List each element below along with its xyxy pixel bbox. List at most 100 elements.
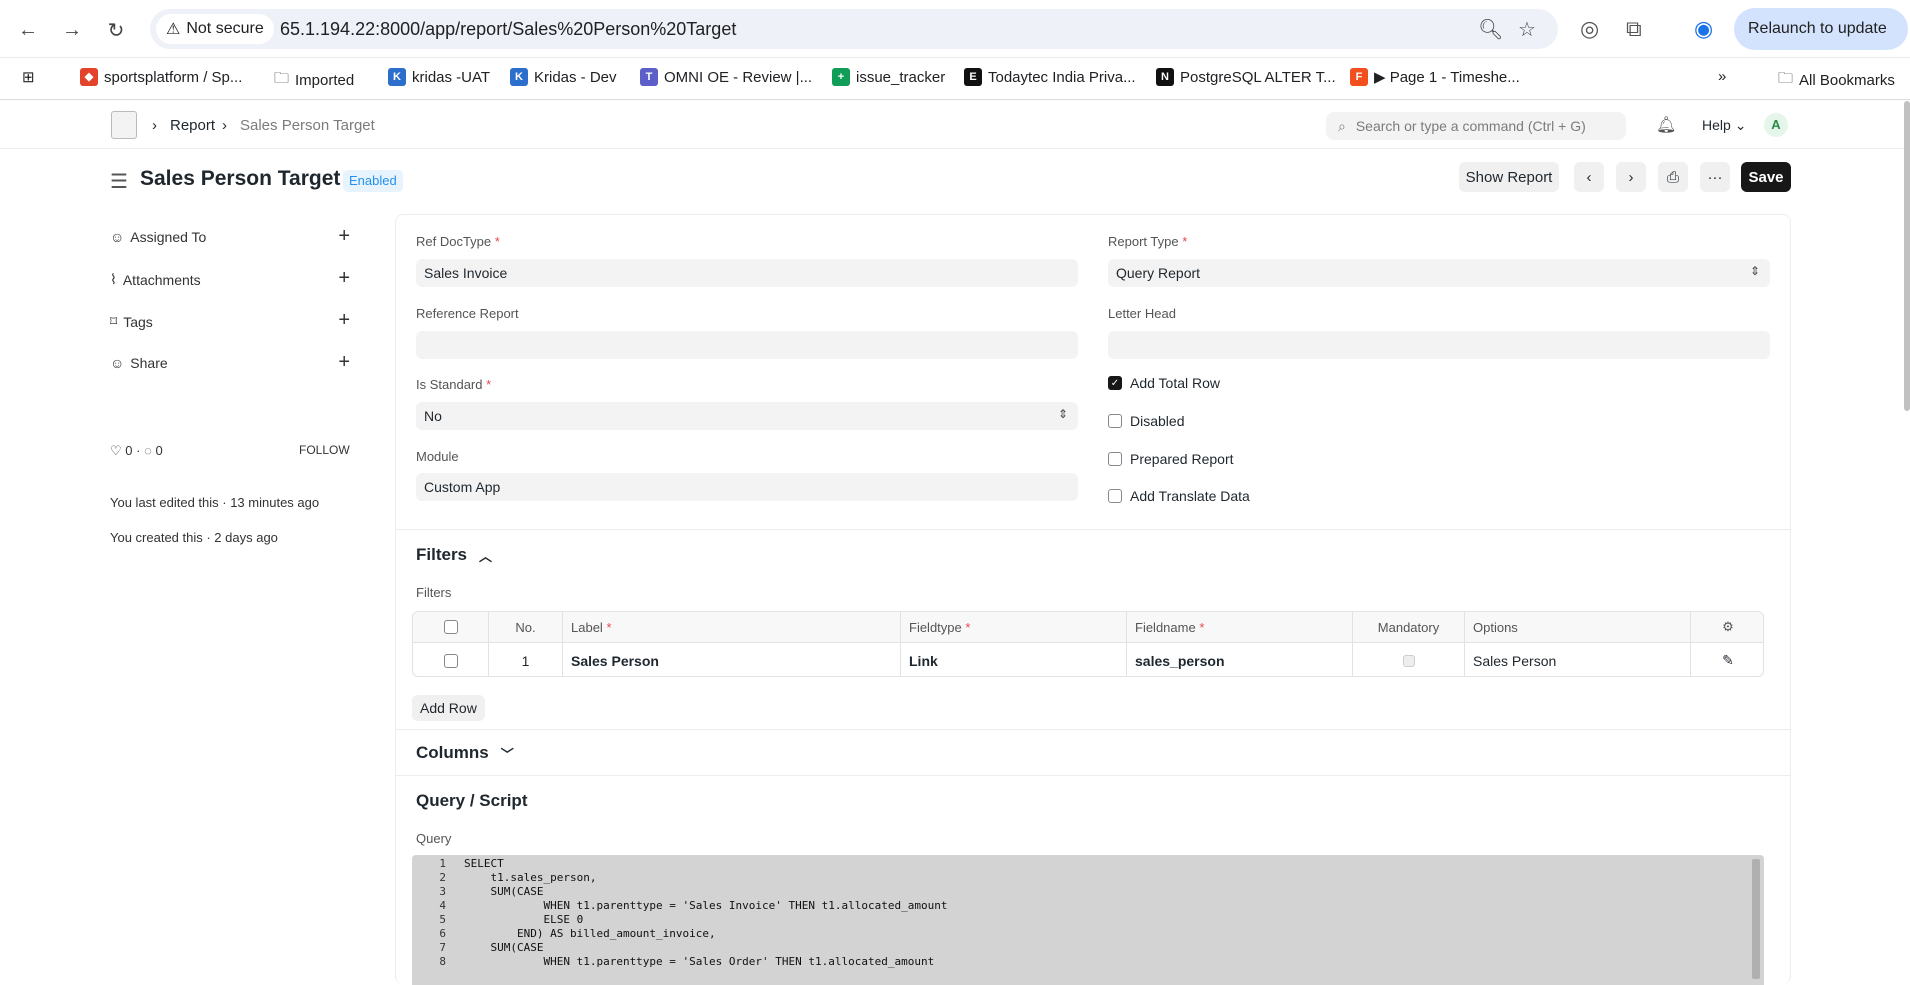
- select-arrows-icon: ⇕: [1057, 407, 1068, 421]
- bookmark-7[interactable]: N PostgreSQL ALTER T...: [1156, 68, 1336, 86]
- menu-toggle-icon[interactable]: ☰: [110, 169, 128, 194]
- report-type-select[interactable]: Query Report ⇕: [1108, 259, 1770, 287]
- chevron-down-icon: ﹀: [500, 746, 514, 762]
- teams-icon: T: [640, 68, 658, 86]
- page-scrollbar[interactable]: [1904, 101, 1910, 411]
- query-section-title: Query / Script: [416, 791, 528, 810]
- edit-row-icon[interactable]: ✎: [1691, 643, 1763, 676]
- reference-report-field[interactable]: [416, 331, 1078, 359]
- code-line: SUM(CASE: [464, 885, 544, 898]
- columns-section-toggle[interactable]: Columns ﹀: [416, 743, 514, 763]
- print-icon[interactable]: ⎙: [1658, 162, 1688, 192]
- address-bar[interactable]: ⚠ Not secure 65.1.194.22:8000/app/report…: [150, 9, 1558, 49]
- all-bookmarks[interactable]: 🗀 All Bookmarks: [1778, 68, 1895, 93]
- avatar[interactable]: A: [1764, 113, 1788, 137]
- prepared-report-checkbox[interactable]: Prepared Report: [1108, 451, 1234, 467]
- sidebar-item-assigned-to[interactable]: ☺ Assigned To +: [110, 225, 350, 249]
- url-text[interactable]: 65.1.194.22:8000/app/report/Sales%20Pers…: [280, 19, 736, 40]
- cell-fieldtype[interactable]: Link: [901, 643, 1127, 676]
- bookmark-6[interactable]: E Todaytec India Priva...: [964, 68, 1136, 86]
- code-line: END) AS billed_amount_invoice,: [464, 927, 716, 940]
- app-logo[interactable]: [111, 111, 137, 139]
- breadcrumb-report[interactable]: Report: [170, 117, 215, 134]
- search-icon: ⌕: [1338, 117, 1346, 134]
- ref-doctype-label: Ref DocType *: [416, 234, 500, 249]
- module-label: Module: [416, 449, 459, 464]
- bookmark-4[interactable]: T OMNI OE - Review |...: [640, 68, 812, 86]
- add-total-row-checkbox[interactable]: ✓ Add Total Row: [1108, 375, 1220, 391]
- star-icon[interactable]: ☆: [1518, 17, 1536, 42]
- forward-icon[interactable]: →: [56, 14, 88, 46]
- sidebar-item-tags[interactable]: ⌑ Tags +: [110, 309, 350, 333]
- bookmark-5[interactable]: + issue_tracker: [832, 68, 945, 86]
- apps-icon[interactable]: ⊞: [22, 68, 35, 86]
- checkbox[interactable]: [1108, 414, 1122, 428]
- add-assignment-icon[interactable]: +: [338, 225, 350, 248]
- more-bookmarks-icon[interactable]: »: [1718, 68, 1726, 85]
- cell-options[interactable]: Sales Person: [1465, 643, 1691, 676]
- neon-icon: N: [1156, 68, 1174, 86]
- add-translate-data-checkbox[interactable]: Add Translate Data: [1108, 488, 1250, 504]
- extensions-icon[interactable]: ⧉: [1626, 16, 1642, 42]
- heart-icon: ♡: [110, 443, 122, 458]
- add-attachment-icon[interactable]: +: [338, 267, 350, 290]
- extension-dot-icon[interactable]: ◎: [1580, 16, 1599, 42]
- bookmark-8[interactable]: F ▶ Page 1 - Timeshe...: [1350, 68, 1520, 86]
- table-row[interactable]: 1 Sales Person Link sales_person Sales P…: [413, 643, 1763, 676]
- bookmark-1[interactable]: 🗀 Imported: [274, 68, 354, 93]
- editor-scrollbar[interactable]: [1752, 859, 1760, 979]
- sidebar-item-attachments[interactable]: ⌇ Attachments +: [110, 267, 350, 291]
- back-icon[interactable]: ←: [12, 14, 44, 46]
- bookmark-3[interactable]: K Kridas - Dev: [510, 68, 617, 86]
- help-dropdown[interactable]: Help ⌄: [1702, 117, 1746, 134]
- likes[interactable]: ♡ 0 · ◌ 0: [110, 443, 163, 459]
- save-button[interactable]: Save: [1741, 162, 1791, 192]
- disabled-checkbox[interactable]: Disabled: [1108, 413, 1184, 429]
- line-number: 6: [439, 927, 446, 940]
- checkbox[interactable]: [1108, 489, 1122, 503]
- cell-fieldname[interactable]: sales_person: [1127, 643, 1353, 676]
- paperclip-icon: ⌇: [110, 271, 117, 287]
- checkbox[interactable]: [1108, 452, 1122, 466]
- previous-icon[interactable]: ‹: [1574, 162, 1604, 192]
- mandatory-checkbox[interactable]: [1402, 654, 1415, 667]
- col-label: Label *: [563, 612, 901, 642]
- created-text: You created this · 2 days ago: [110, 530, 278, 545]
- search-input[interactable]: ⌕ Search or type a command (Ctrl + G): [1326, 112, 1626, 140]
- status-badge: Enabled: [343, 170, 403, 192]
- report-type-label: Report Type *: [1108, 234, 1188, 249]
- add-row-button[interactable]: Add Row: [412, 695, 485, 721]
- not-secure-chip[interactable]: ⚠ Not secure: [156, 14, 274, 44]
- cell-label[interactable]: Sales Person: [563, 643, 901, 676]
- figma-icon: F: [1350, 68, 1368, 86]
- checkbox-checked-icon[interactable]: ✓: [1108, 376, 1122, 390]
- row-checkbox[interactable]: [443, 653, 458, 668]
- reload-icon[interactable]: ↻: [100, 14, 132, 46]
- letter-head-field[interactable]: [1108, 331, 1770, 359]
- query-editor[interactable]: 1 SELECT 2 t1.sales_person, 3 SUM(CASE 4 …: [412, 855, 1764, 985]
- ref-doctype-field[interactable]: Sales Invoice: [416, 259, 1078, 287]
- filters-section-toggle[interactable]: Filters ︿: [416, 545, 492, 565]
- breadcrumb-current[interactable]: Sales Person Target: [240, 117, 375, 134]
- folder-icon: 🗀: [274, 70, 290, 87]
- profile-icon[interactable]: ◉: [1694, 16, 1713, 42]
- module-field[interactable]: Custom App: [416, 473, 1078, 501]
- browser-toolbar: ← → ↻ ⚠ Not secure 65.1.194.22:8000/app/…: [0, 0, 1910, 58]
- bookmark-0[interactable]: ◆ sportsplatform / Sp...: [80, 68, 242, 86]
- add-tag-icon[interactable]: +: [338, 309, 350, 332]
- more-options-icon[interactable]: ···: [1700, 162, 1730, 192]
- line-number: 2: [439, 871, 446, 884]
- bookmark-2[interactable]: Kkridas -UAT: [388, 68, 490, 86]
- add-share-icon[interactable]: +: [338, 351, 350, 374]
- sidebar-item-share[interactable]: ☺ Share +: [110, 351, 350, 375]
- follow-button[interactable]: FOLLOW: [299, 443, 350, 457]
- bell-icon[interactable]: 🔔︎: [1656, 115, 1676, 135]
- is-standard-select[interactable]: No ⇕: [416, 402, 1078, 430]
- zoom-icon[interactable]: 🔍︎: [1478, 17, 1503, 42]
- select-all-checkbox[interactable]: [443, 620, 458, 634]
- next-icon[interactable]: ›: [1616, 162, 1646, 192]
- show-report-button[interactable]: Show Report: [1459, 162, 1559, 192]
- relaunch-button[interactable]: Relaunch to update: [1734, 8, 1908, 50]
- gear-icon[interactable]: ⚙: [1691, 612, 1763, 642]
- col-no: No.: [489, 612, 563, 642]
